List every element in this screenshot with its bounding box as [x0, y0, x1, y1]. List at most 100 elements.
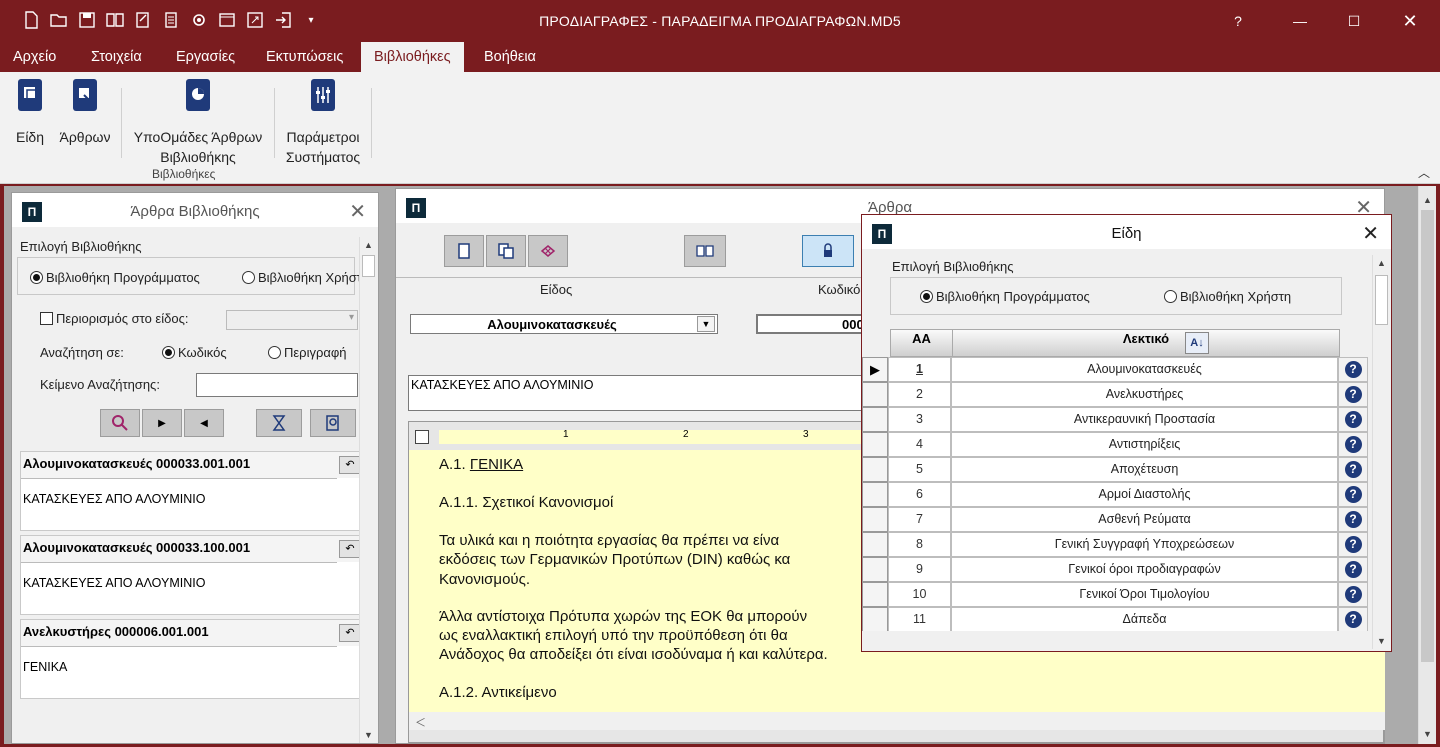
cell-aa[interactable]: 6 [888, 482, 951, 507]
column-header-lex[interactable]: Λεκτικό A↓ [952, 329, 1340, 357]
kind-dropdown[interactable]: ▾ [226, 310, 358, 330]
cell-lex[interactable]: Ασθενή Ρεύματα [951, 507, 1338, 532]
cell-aa[interactable]: 5 [888, 457, 951, 482]
scroll-up-icon[interactable]: ▲ [1373, 255, 1390, 271]
row-selector[interactable] [862, 557, 888, 582]
scroll-down-icon[interactable]: ▼ [1373, 633, 1390, 649]
cell-aa[interactable]: 2 [888, 382, 951, 407]
menu-vivliothikes[interactable]: Βιβλιοθήκες [361, 42, 464, 72]
row-selector[interactable] [862, 607, 888, 631]
tab-stop-icon[interactable] [415, 430, 429, 444]
cell-aa[interactable]: 9 [888, 557, 951, 582]
menu-archeio[interactable]: Αρχείο [0, 42, 69, 72]
restrict-kind-checkbox[interactable]: Περιορισμός στο είδος: [40, 311, 188, 326]
scroll-thumb[interactable] [362, 255, 375, 277]
collapse-ribbon-icon[interactable]: ︿ [1418, 164, 1430, 181]
column-header-aa[interactable]: ΑΑ [890, 329, 953, 357]
cell-lex[interactable]: Αλουμινοκατασκευές [951, 357, 1338, 382]
new-article-button[interactable] [444, 235, 484, 267]
cell-lex[interactable]: Γενικοί όροι προδιαγραφών [951, 557, 1338, 582]
radio-lib-user[interactable]: Βιβλιοθήκη Χρήστη [242, 270, 369, 285]
cell-lex[interactable]: Αποχέτευση [951, 457, 1338, 482]
ribbon-eidi-button[interactable]: Είδη [8, 78, 52, 147]
scroll-up-icon[interactable]: ▲ [1419, 192, 1436, 208]
copy-article-button[interactable] [486, 235, 526, 267]
cell-lex[interactable]: Δάπεδα [951, 607, 1338, 631]
sort-az-icon[interactable]: A↓ [1185, 332, 1209, 354]
undo-icon[interactable]: ↶ [339, 540, 361, 558]
record-card[interactable]: Ανελκυστήρες 000006.001.001 ↶ ΓΕΝΙΚΑ [20, 619, 364, 699]
ribbon-parametroi-button[interactable]: Παράμετροι Συστήματος [278, 78, 368, 167]
maximize-icon[interactable]: ☐ [1334, 0, 1374, 42]
cell-aa[interactable]: 1 [888, 357, 951, 382]
scroll-down-icon[interactable]: ▼ [360, 727, 377, 743]
row-help-button[interactable]: ? [1338, 457, 1368, 482]
row-help-button[interactable]: ? [1338, 382, 1368, 407]
cell-lex[interactable]: Αντικεραυνική Προστασία [951, 407, 1338, 432]
horizontal-scrollbar[interactable]: ＜ [409, 712, 1385, 730]
delete-article-button[interactable] [528, 235, 568, 267]
description-field[interactable]: ΚΑΤΑΣΚΕΥΕΣ ΑΠΟ ΑΛΟΥΜΙΝΙΟ [408, 375, 864, 411]
cell-aa[interactable]: 7 [888, 507, 951, 532]
kinds-scrollbar[interactable]: ▲ ▼ [1372, 255, 1390, 649]
cell-aa[interactable]: 10 [888, 582, 951, 607]
row-selector[interactable] [862, 582, 888, 607]
code-field[interactable]: 000 [756, 314, 866, 334]
cell-lex[interactable]: Ανελκυστήρες [951, 382, 1338, 407]
row-help-button[interactable]: ? [1338, 482, 1368, 507]
row-help-button[interactable]: ? [1338, 557, 1368, 582]
cell-lex[interactable]: Αρμοί Διαστολής [951, 482, 1338, 507]
chevron-down-icon[interactable]: ▼ [697, 316, 715, 332]
close-icon[interactable]: ✕ [349, 199, 366, 224]
menu-voitheia[interactable]: Βοήθεια [471, 42, 549, 72]
kind-select[interactable]: Αλουμινοκατασκευές ▼ [410, 314, 718, 334]
scroll-thumb[interactable] [1375, 275, 1388, 325]
radio-description[interactable]: Περιγραφή [268, 345, 347, 360]
next-button[interactable]: ▶ [142, 409, 182, 437]
row-selector[interactable] [862, 382, 888, 407]
workspace-scrollbar[interactable]: ▲ ▼ [1418, 186, 1436, 744]
row-selector[interactable] [862, 457, 888, 482]
row-help-button[interactable]: ? [1338, 432, 1368, 457]
scroll-up-icon[interactable]: ▲ [360, 237, 377, 253]
record-card[interactable]: Αλουμινοκατασκευές 000033.001.001 ↶ ΚΑΤΑ… [20, 451, 364, 531]
close-icon[interactable]: ✕ [1390, 0, 1430, 42]
radio-lib-user[interactable]: Βιβλιοθήκη Χρήστη [1164, 289, 1291, 304]
book-view-button[interactable] [684, 235, 726, 267]
find-doc-button[interactable] [310, 409, 356, 437]
search-button[interactable] [100, 409, 140, 437]
close-icon[interactable]: ✕ [1362, 221, 1379, 246]
cell-aa[interactable]: 8 [888, 532, 951, 557]
left-scrollbar[interactable]: ▲ ▼ [359, 237, 377, 743]
row-selector[interactable] [862, 432, 888, 457]
menu-ektyposeis[interactable]: Εκτυπώσεις [253, 42, 356, 72]
row-selector[interactable] [862, 507, 888, 532]
menu-stoixeia[interactable]: Στοιχεία [78, 42, 155, 72]
ribbon-ypoomades-button[interactable]: ΥποΟμάδες Άρθρων Βιβλιοθήκης [125, 78, 271, 167]
row-selector[interactable] [862, 482, 888, 507]
minimize-icon[interactable]: — [1280, 0, 1320, 42]
menu-ergasies[interactable]: Εργασίες [163, 42, 248, 72]
row-help-button[interactable]: ? [1338, 407, 1368, 432]
row-help-button[interactable]: ? [1338, 582, 1368, 607]
cell-lex[interactable]: Γενική Συγγραφή Υποχρεώσεων [951, 532, 1338, 557]
scroll-thumb[interactable] [1421, 210, 1434, 662]
current-row-indicator-icon[interactable]: ▶ [862, 357, 888, 382]
radio-lib-program[interactable]: Βιβλιοθήκη Προγράμματος [920, 289, 1090, 304]
row-help-button[interactable]: ? [1338, 357, 1368, 382]
cell-aa[interactable]: 4 [888, 432, 951, 457]
cell-aa[interactable]: 11 [888, 607, 951, 631]
previous-button[interactable]: ◀ [184, 409, 224, 437]
radio-code[interactable]: Κωδικός [162, 345, 227, 360]
search-text-input[interactable] [196, 373, 358, 397]
row-selector[interactable] [862, 532, 888, 557]
record-card[interactable]: Αλουμινοκατασκευές 000033.100.001 ↶ ΚΑΤΑ… [20, 535, 364, 615]
cell-lex[interactable]: Γενικοί Όροι Τιμολογίου [951, 582, 1338, 607]
cell-lex[interactable]: Αντιστηρίξεις [951, 432, 1338, 457]
hourglass-button[interactable] [256, 409, 302, 437]
row-help-button[interactable]: ? [1338, 532, 1368, 557]
undo-icon[interactable]: ↶ [339, 456, 361, 474]
ribbon-arthron-button[interactable]: Άρθρων [54, 78, 116, 147]
lock-button[interactable] [802, 235, 854, 267]
row-help-button[interactable]: ? [1338, 507, 1368, 532]
